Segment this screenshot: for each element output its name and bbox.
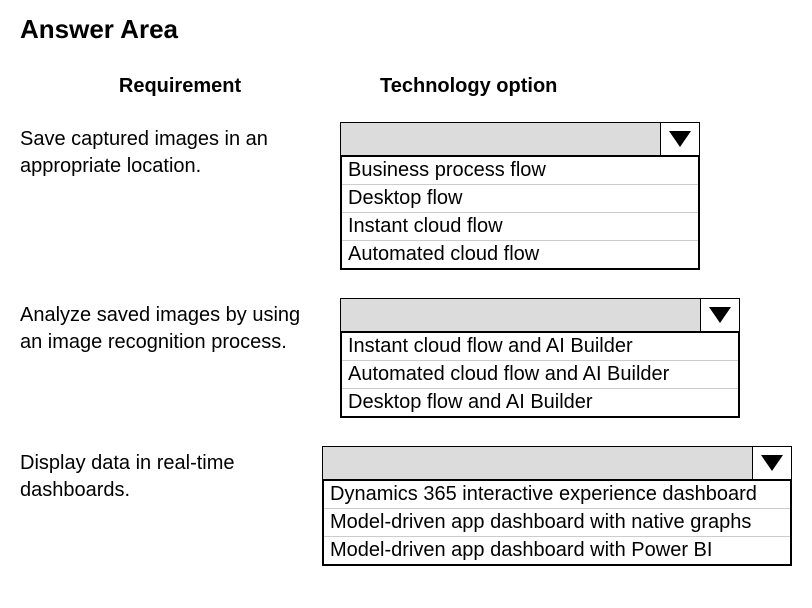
dropdown-options: Dynamics 365 interactive experience dash…: [322, 480, 792, 566]
dropdown-options: Business process flowDesktop flowInstant…: [340, 156, 700, 270]
chevron-down-icon: [761, 455, 783, 471]
dropdown-selected: [341, 299, 701, 331]
dropdown-option[interactable]: Instant cloud flow and AI Builder: [342, 333, 738, 361]
dropdown-option[interactable]: Model-driven app dashboard with native g…: [324, 509, 790, 537]
chevron-down-icon: [709, 307, 731, 323]
technology-cell: Dynamics 365 interactive experience dash…: [322, 446, 792, 566]
dropdown-options: Instant cloud flow and AI BuilderAutomat…: [340, 332, 740, 418]
dropdown-option[interactable]: Automated cloud flow: [342, 241, 698, 268]
dropdown-option[interactable]: Business process flow: [342, 157, 698, 185]
dropdown-option[interactable]: Instant cloud flow: [342, 213, 698, 241]
dropdown-arrow-button[interactable]: [701, 299, 739, 331]
requirement-text: Save captured images in an appropriate l…: [20, 122, 340, 180]
dropdown-option[interactable]: Model-driven app dashboard with Power BI: [324, 537, 790, 564]
technology-cell: Instant cloud flow and AI BuilderAutomat…: [340, 298, 792, 418]
technology-dropdown[interactable]: [322, 446, 792, 480]
header-requirement: Requirement: [20, 75, 340, 98]
technology-cell: Business process flowDesktop flowInstant…: [340, 122, 792, 270]
answer-row: Display data in real-time dashboards.Dyn…: [20, 446, 792, 566]
chevron-down-icon: [669, 131, 691, 147]
dropdown-selected: [341, 123, 661, 155]
dropdown-option[interactable]: Desktop flow and AI Builder: [342, 389, 738, 416]
dropdown-option[interactable]: Desktop flow: [342, 185, 698, 213]
requirement-text: Display data in real-time dashboards.: [20, 446, 322, 504]
header-technology: Technology option: [340, 75, 792, 98]
dropdown-option[interactable]: Automated cloud flow and AI Builder: [342, 361, 738, 389]
dropdown-option[interactable]: Dynamics 365 interactive experience dash…: [324, 481, 790, 509]
technology-dropdown[interactable]: [340, 122, 700, 156]
page-title: Answer Area: [20, 14, 792, 45]
dropdown-arrow-button[interactable]: [661, 123, 699, 155]
dropdown-arrow-button[interactable]: [753, 447, 791, 479]
answer-row: Analyze saved images by using an image r…: [20, 298, 792, 418]
answer-row: Save captured images in an appropriate l…: [20, 122, 792, 270]
column-headers: Requirement Technology option: [20, 75, 792, 98]
dropdown-selected: [323, 447, 753, 479]
technology-dropdown[interactable]: [340, 298, 740, 332]
requirement-text: Analyze saved images by using an image r…: [20, 298, 340, 356]
